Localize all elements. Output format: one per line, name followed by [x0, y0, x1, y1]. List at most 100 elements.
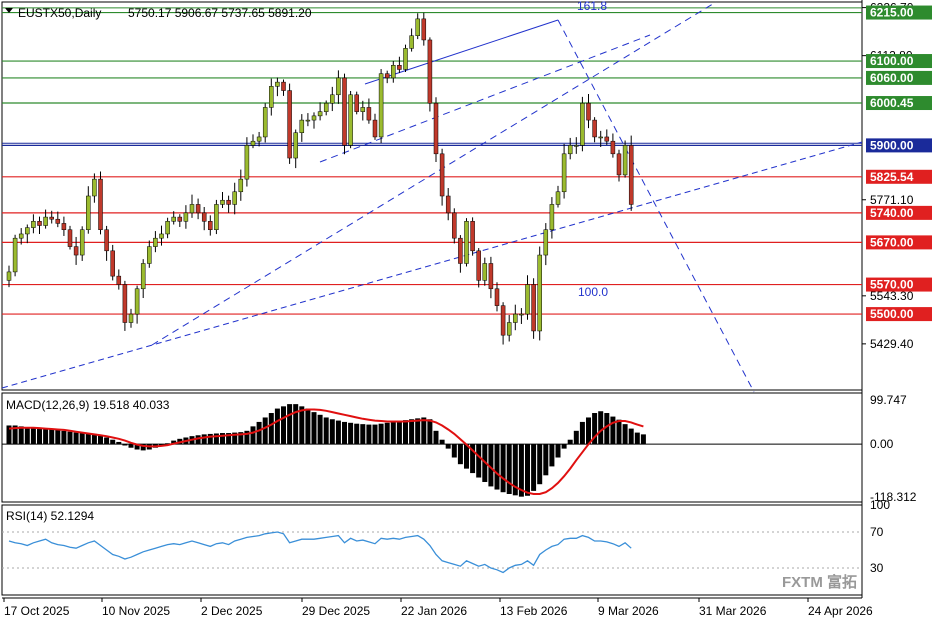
candle-body	[86, 195, 91, 230]
macd-bar	[299, 406, 305, 445]
macd-bar	[122, 444, 128, 446]
macd-bar	[311, 412, 317, 445]
macd-bar	[366, 424, 372, 445]
candle-body	[549, 204, 555, 230]
candle-body	[445, 195, 451, 214]
candle-body	[250, 140, 256, 146]
candle-body	[293, 132, 298, 159]
macd-bar	[451, 444, 457, 458]
macd-bar	[354, 423, 360, 445]
candle-body	[195, 204, 201, 214]
candle-body	[305, 119, 311, 122]
macd-bar	[128, 444, 134, 448]
candle-body	[311, 115, 317, 121]
candle-body	[531, 284, 536, 332]
candle-body	[323, 102, 329, 112]
candle-body	[628, 145, 634, 205]
candle-body	[201, 212, 207, 222]
candle-body	[397, 65, 402, 70]
candle-body	[409, 35, 414, 49]
macd-bar	[537, 444, 543, 485]
macd-bar	[104, 437, 110, 445]
fib-downtrend-dashed	[557, 19, 755, 393]
macd-bar	[573, 430, 579, 445]
candle-body	[147, 246, 152, 264]
macd-bar	[293, 404, 299, 445]
candle-body	[140, 263, 146, 290]
macd-bar	[378, 423, 384, 445]
rsi-tick-label: 100	[870, 498, 890, 512]
candle-body	[482, 263, 488, 281]
price-tick-label: 5771.10	[870, 193, 914, 207]
level-tag-text: 6060.00	[870, 71, 914, 85]
candle-body	[348, 94, 353, 146]
candle-body	[256, 136, 262, 142]
candle-body	[458, 237, 463, 264]
watermark-logo: FXTM 富拓	[782, 573, 857, 591]
rsi-panel-frame	[1, 504, 863, 596]
macd-bar	[268, 413, 274, 445]
macd-bar	[409, 419, 415, 445]
candle-body	[159, 233, 164, 239]
symbol-label: EUSTX50,Daily	[18, 6, 101, 20]
candle-body	[452, 212, 457, 239]
macd-bar	[598, 411, 604, 445]
candle-body	[330, 94, 335, 104]
macd-bar	[457, 444, 463, 465]
macd-bar	[360, 424, 366, 445]
candle-body	[574, 145, 579, 147]
candle-body	[598, 136, 603, 139]
candle-body	[104, 229, 109, 252]
candle-body	[116, 275, 122, 285]
rsi-line	[8, 531, 632, 574]
candle-body	[622, 145, 628, 176]
time-tick-label: 13 Feb 2026	[500, 604, 568, 618]
macd-bar	[49, 429, 55, 445]
candle-body	[49, 216, 54, 220]
macd-bar	[634, 432, 640, 445]
macd-bar	[79, 433, 85, 445]
macd-bar	[116, 441, 122, 445]
candle-body	[238, 178, 244, 193]
macd-bar	[342, 421, 347, 445]
candle-body	[561, 153, 567, 193]
candle-body	[31, 221, 36, 228]
macd-bar	[549, 444, 555, 467]
candle-body	[391, 65, 396, 79]
level-tag-text: 5670.00	[870, 235, 914, 249]
candle-body	[360, 107, 366, 112]
macd-title: MACD(12,26,9) 19.518 40.033	[6, 398, 170, 412]
candle-body	[269, 86, 274, 108]
macd-bar	[476, 444, 482, 478]
macd-bar	[561, 444, 567, 449]
macd-bar	[628, 428, 634, 445]
candle-body	[189, 204, 195, 214]
candle-body	[6, 271, 12, 281]
time-tick-label: 10 Nov 2025	[102, 604, 170, 618]
macd-bar	[250, 426, 256, 445]
macd-tick-label: 0.00	[870, 437, 894, 451]
macd-bar	[256, 421, 262, 445]
macd-bar	[372, 424, 378, 445]
candle-body	[110, 250, 115, 277]
candle-body	[366, 107, 372, 121]
macd-bar	[610, 416, 616, 445]
macd-bar	[329, 419, 335, 445]
candle-body	[317, 111, 323, 117]
macd-bar	[586, 417, 591, 445]
time-tick-label: 24 Apr 2026	[808, 604, 873, 618]
candle-body	[580, 102, 585, 146]
macd-bar	[403, 420, 408, 445]
candle-body	[299, 119, 305, 133]
macd-bar	[390, 421, 396, 445]
chart-root: 161.8 100.0 MACD(12,26,9) 19.518 40.033 R…	[0, 0, 936, 624]
candle-body	[262, 107, 268, 138]
macd-tick-label: 99.747	[870, 393, 907, 407]
candle-body	[183, 212, 189, 222]
candle-body	[513, 313, 518, 323]
candle-body	[586, 102, 591, 121]
candle-body	[208, 221, 213, 230]
candle-body	[134, 288, 140, 315]
macd-bar	[427, 419, 433, 445]
macd-bar	[55, 429, 61, 445]
